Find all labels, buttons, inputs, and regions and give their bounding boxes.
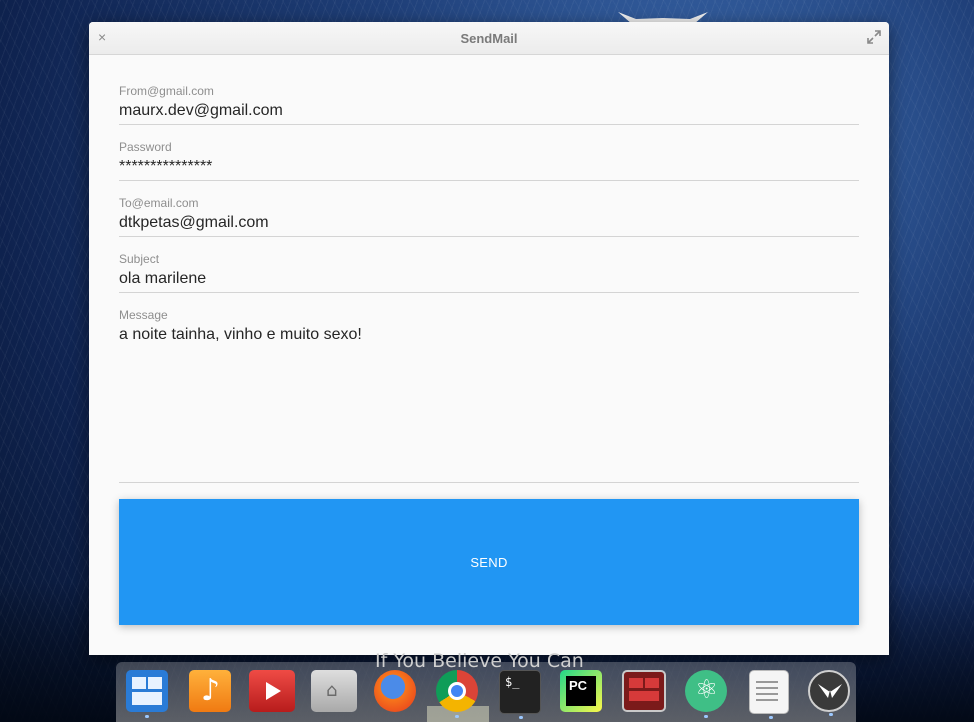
- password-input[interactable]: ***************: [119, 158, 212, 176]
- terminal-icon[interactable]: $_: [499, 670, 541, 719]
- to-input[interactable]: dtkpetas@gmail.com: [119, 214, 269, 232]
- music-icon[interactable]: ♪: [189, 670, 231, 712]
- from-field[interactable]: From@gmail.com maurx.dev@gmail.com: [119, 84, 859, 125]
- maximize-icon[interactable]: [867, 30, 881, 44]
- title-bar: × SendMail: [89, 22, 889, 55]
- remote-terminal-icon[interactable]: [622, 670, 666, 712]
- password-field[interactable]: Password ***************: [119, 140, 859, 181]
- window-title: SendMail: [460, 31, 518, 46]
- subject-field[interactable]: Subject ola marilene: [119, 252, 859, 293]
- text-editor-icon[interactable]: [749, 670, 789, 719]
- from-input[interactable]: maurx.dev@gmail.com: [119, 102, 283, 120]
- to-field[interactable]: To@email.com dtkpetas@gmail.com: [119, 196, 859, 237]
- atom-icon[interactable]: ⚛: [685, 670, 727, 718]
- message-field[interactable]: Message a noite tainha, vinho e muito se…: [119, 308, 859, 483]
- message-textarea[interactable]: a noite tainha, vinho e muito sexo!: [119, 326, 362, 344]
- chrome-icon[interactable]: [436, 670, 478, 718]
- kivy-icon[interactable]: [808, 670, 850, 716]
- message-label: Message: [119, 308, 168, 322]
- multitasking-view-icon[interactable]: [126, 670, 168, 718]
- firefox-icon[interactable]: [374, 670, 416, 712]
- to-label: To@email.com: [119, 196, 199, 210]
- subject-input[interactable]: ola marilene: [119, 270, 206, 288]
- send-button[interactable]: SEND: [119, 499, 859, 625]
- sendmail-window: × SendMail From@gmail.com maurx.dev@gmai…: [89, 22, 889, 655]
- pycharm-icon[interactable]: PC: [560, 670, 602, 712]
- password-label: Password: [119, 140, 172, 154]
- from-label: From@gmail.com: [119, 84, 214, 98]
- subject-label: Subject: [119, 252, 160, 266]
- videos-icon[interactable]: [249, 670, 295, 712]
- files-icon[interactable]: ⌂: [311, 670, 357, 712]
